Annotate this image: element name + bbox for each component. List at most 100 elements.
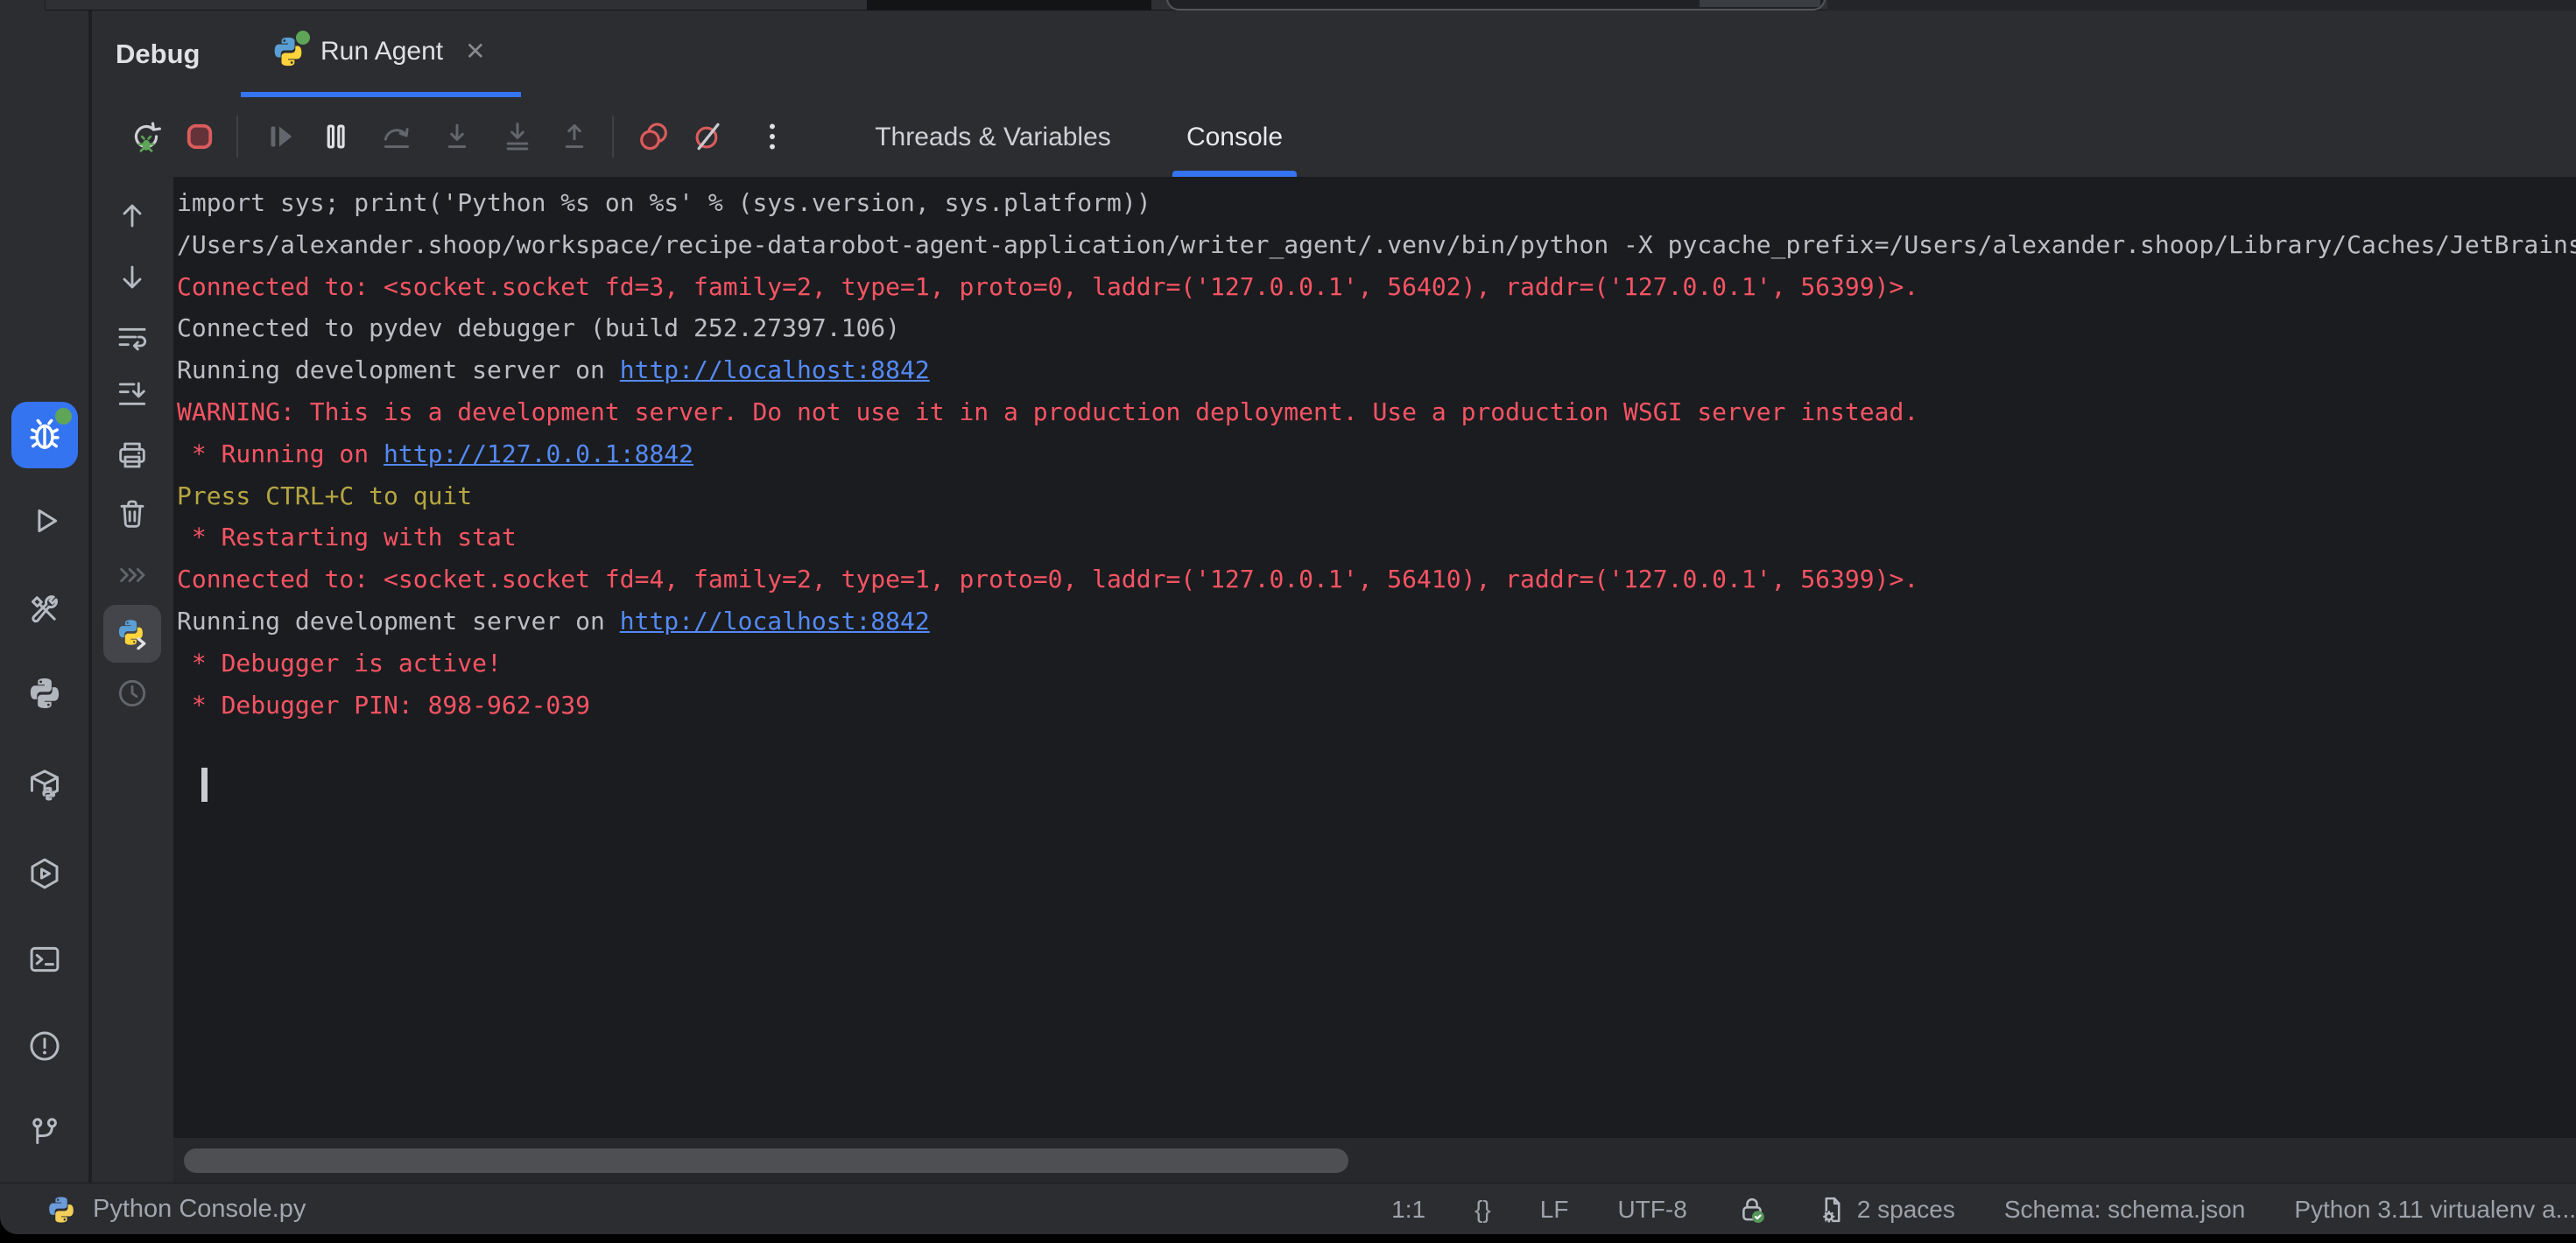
console-link[interactable]: http://127.0.0.1:8842 [384,439,693,468]
arrow-up-icon [115,198,150,233]
scroll-to-end-icon [115,376,150,411]
inspections-widget[interactable] [1736,1194,1768,1225]
step-over-button[interactable] [375,115,419,158]
stop-button[interactable] [178,115,222,158]
horizontal-scrollbar-track[interactable] [173,1138,2576,1183]
mute-breakpoints-button[interactable] [686,115,729,158]
step-out-icon [556,118,593,155]
force-step-into-button[interactable] [496,115,539,158]
clear-console-button[interactable] [113,495,151,533]
console-link[interactable]: http://localhost:8842 [620,607,930,636]
console-line: Running development server on http://loc… [177,600,2576,643]
indent-label: 2 spaces [1857,1196,1955,1224]
debug-tool-window-header: Debug Run Agent ✕ [92,11,2576,177]
mute-breakpoints-icon [689,118,726,155]
statusbar-file-widget[interactable]: Python Console.py [46,1183,306,1234]
file-gear-icon [1817,1194,1848,1225]
more-vertical-icon [754,118,791,155]
indent-widget[interactable]: 2 spaces [1817,1194,1955,1225]
ide-window: Debug Run Agent ✕ [0,0,2576,1234]
horizontal-scrollbar-thumb[interactable] [184,1148,1348,1173]
console-line: WARNING: This is a development server. D… [177,391,2576,433]
terminal-icon [26,941,63,978]
scroll-to-end-button[interactable] [113,375,151,413]
python-icon [26,675,63,712]
view-breakpoints-button[interactable] [631,115,675,158]
statusbar-file-name: Python Console.py [93,1195,306,1224]
popup-bottom-edge [1166,0,1826,11]
breakpoints-icon [635,118,672,155]
toolbar-separator [236,116,238,158]
more-options-button[interactable] [750,115,794,158]
services-icon [26,855,63,892]
python-console-button[interactable] [103,605,161,663]
console-text: * Running on [177,439,384,468]
resume-icon [262,118,299,155]
console-text: Connected to: <socket.socket fd=3, famil… [177,272,1918,301]
console-history-button[interactable] [113,674,151,713]
pause-button[interactable] [314,115,358,158]
statusbar-widgets: 1:1 {} LF UTF-8 2 [1391,1183,2576,1234]
step-out-button[interactable] [553,115,596,158]
top-corner [0,0,46,11]
schema-widget[interactable]: Schema: schema.json [2004,1196,2245,1224]
chevrons-icon [115,558,150,593]
sidebar-item-debug[interactable] [11,402,78,468]
console-line: Connected to pydev debugger (build 252.2… [177,307,2576,349]
line-separator-widget[interactable]: LF [1540,1196,1569,1224]
running-indicator-dot [296,31,310,45]
tab-label: Run Agent [320,37,443,67]
sidebar-item-terminal[interactable] [25,939,65,980]
console-line: * Restarting with stat [177,516,2576,558]
scroll-up-button[interactable] [113,196,151,235]
sidebar-item-python-packages[interactable] [25,765,65,805]
tool-window-bar [0,11,90,1183]
text-caret [201,768,208,802]
trash-icon [115,496,150,531]
sidebar-item-problems[interactable] [25,1026,65,1066]
console-text: /Users/alexander.shoop/workspace/recipe-… [177,230,2576,259]
encoding-widget[interactable]: UTF-8 [1617,1196,1686,1224]
print-button[interactable] [113,436,151,474]
scroll-down-button[interactable] [113,258,151,297]
console-output[interactable]: import sys; print('Python %s on %s' % (s… [173,177,2576,1138]
tab-threads-variables[interactable]: Threads & Variables [852,97,1134,177]
status-bar: Python Console.py 1:1 {} LF UTF-8 [0,1183,2576,1234]
braces-widget[interactable]: {} [1475,1196,1491,1224]
top-edge-sliver [0,0,2576,11]
sidebar-item-run[interactable] [25,501,65,541]
tab-run-agent[interactable]: Run Agent ✕ [241,11,521,97]
close-icon[interactable]: ✕ [465,37,485,66]
python-run-icon [271,34,306,69]
caret-position-widget[interactable]: 1:1 [1391,1196,1425,1224]
console-link[interactable]: http://localhost:8842 [620,355,930,384]
console-text: Connected to: <socket.socket fd=4, famil… [177,565,1918,593]
rerun-debug-button[interactable] [124,115,168,158]
arrow-down-icon [115,260,150,295]
sidebar-item-services[interactable] [25,853,65,894]
sidebar-item-build[interactable] [25,589,65,629]
sidebar-item-python-console[interactable] [25,673,65,713]
console-line: Connected to: <socket.socket fd=4, famil… [177,558,2576,600]
play-icon [26,502,63,539]
console-line: /Users/alexander.shoop/workspace/recipe-… [177,224,2576,266]
stop-icon [181,118,218,155]
force-step-into-icon [499,118,536,155]
top-right-segment [1827,0,2576,11]
build-tools-icon [26,591,63,628]
console-line: * Debugger PIN: 898-962-039 [177,685,2576,727]
lock-check-icon [1736,1194,1768,1225]
tab-console[interactable]: Console [1164,97,1306,177]
step-into-icon [439,118,475,155]
console-text: Press CTRL+C to quit [177,481,472,510]
step-into-button[interactable] [435,115,479,158]
soft-wrap-button[interactable] [113,318,151,356]
console-line: Connected to: <socket.socket fd=3, famil… [177,266,2576,308]
resume-button[interactable] [258,115,302,158]
command-history-button[interactable] [113,556,151,594]
interpreter-widget[interactable]: Python 3.11 virtualenv a... [2294,1196,2576,1224]
sidebar-item-version-control[interactable] [25,1113,65,1153]
clock-icon [115,676,150,711]
console-line: import sys; print('Python %s on %s' % (s… [177,182,2576,224]
console-line: Press CTRL+C to quit [177,475,2576,517]
